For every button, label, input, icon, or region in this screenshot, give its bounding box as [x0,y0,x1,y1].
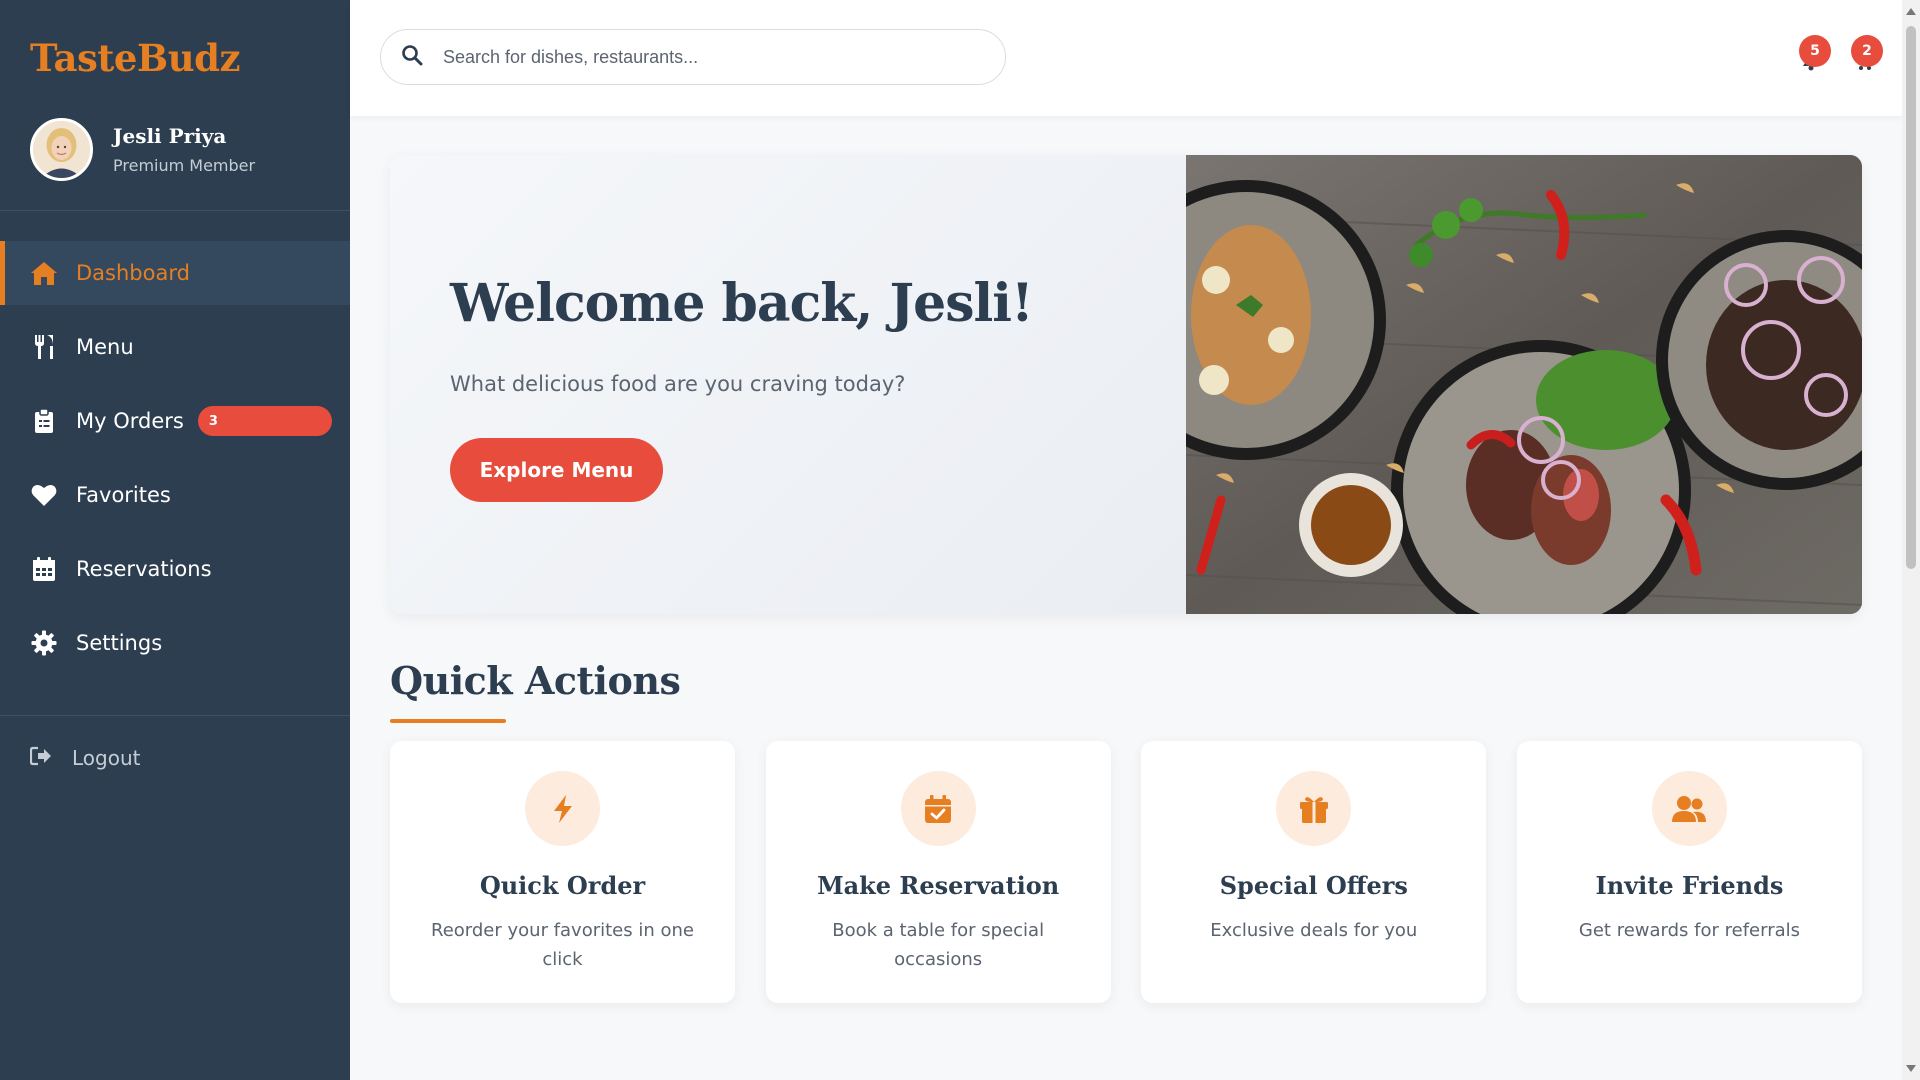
sidebar-item-dashboard[interactable]: Dashboard [0,241,350,305]
scroll-up-arrow-icon[interactable] [1906,8,1916,15]
logout-icon [29,746,52,770]
sidebar-item-menu[interactable]: Menu [0,315,350,379]
utensils-icon [30,333,58,361]
card-title: Make Reservation [817,871,1060,900]
logout-button[interactable]: Logout [29,746,141,770]
page-scrollbar[interactable] [1902,0,1920,1080]
invite-friends-card[interactable]: Invite Friends Get rewards for referrals [1516,741,1862,1003]
card-description: Reorder your favorites in one click [431,920,694,970]
calendar-icon [30,555,58,583]
profile-role: Premium Member [113,156,256,175]
card-title: Invite Friends [1595,871,1784,900]
sidebar-divider [0,715,350,716]
users-icon [1651,771,1727,846]
search-bar[interactable] [380,29,1006,85]
brand-logo[interactable]: TasteBudz [30,36,240,80]
quick-actions-grid: Quick Order Reorder your favorites in on… [390,741,1862,1003]
notifications-badge: 5 [1799,35,1831,67]
cart-badge: 2 [1851,35,1883,67]
profile-text: Jesli Priya Premium Member [113,124,255,175]
quick-order-card[interactable]: Quick Order Reorder your favorites in on… [390,741,735,1003]
sidebar-divider [0,210,350,211]
sidebar-item-settings[interactable]: Settings [0,611,350,675]
food-hero-image [1106,155,1862,614]
search-icon [401,44,423,70]
profile-name: Jesli Priya [113,124,227,148]
avatar[interactable] [30,118,93,181]
section-underline [390,719,506,723]
calendar-check-icon [900,771,976,846]
topbar: 5 2 [350,0,1902,116]
scroll-thumb[interactable] [1906,26,1916,569]
card-title: Quick Order [479,871,646,900]
sidebar-item-label: Favorites [76,483,171,507]
card-description: Get rewards for referrals [1578,920,1801,941]
user-profile[interactable]: Jesli Priya Premium Member [30,118,255,181]
hero-title: Welcome back, Jesli! [450,273,1034,334]
sidebar: TasteBudz Jesli Priya Premium Member Das… [0,0,350,1080]
quick-actions-title: Quick Actions [390,658,681,703]
sidebar-nav: Dashboard Menu My Orders 3 Favorites Res… [0,241,350,685]
sidebar-item-label: My Orders [76,409,184,433]
gift-icon [1276,771,1352,846]
card-description: Exclusive deals for you [1210,920,1418,941]
sidebar-item-label: Dashboard [76,261,190,285]
gear-icon [30,629,58,657]
sidebar-item-reservations[interactable]: Reservations [0,537,350,601]
sidebar-item-favorites[interactable]: Favorites [0,463,350,527]
sidebar-item-label: Settings [76,631,163,655]
hero-subtitle: What delicious food are you craving toda… [450,372,906,396]
hero-text: Welcome back, Jesli! What delicious food… [450,273,1034,502]
make-reservation-card[interactable]: Make Reservation Book a table for specia… [765,741,1111,1003]
sidebar-item-label: Menu [76,335,134,359]
orders-count-badge: 3 [197,406,332,436]
special-offers-card[interactable]: Special Offers Exclusive deals for you [1141,741,1487,1003]
sidebar-item-label: Reservations [76,557,212,581]
welcome-hero: Welcome back, Jesli! What delicious food… [390,155,1862,614]
card-title: Special Offers [1219,871,1408,900]
search-input[interactable] [443,46,983,68]
clipboard-icon [30,407,58,435]
home-icon [30,259,58,287]
logout-label: Logout [72,746,141,770]
notifications-button[interactable]: 5 [1795,35,1831,71]
cart-button[interactable]: 2 [1847,35,1883,71]
sidebar-item-my-orders[interactable]: My Orders 3 [0,389,350,453]
heart-icon [30,481,58,509]
bolt-icon [525,771,600,846]
card-description: Book a table for special occasions [832,920,1045,970]
scroll-down-arrow-icon[interactable] [1906,1065,1916,1072]
explore-menu-button[interactable]: Explore Menu [450,438,663,502]
